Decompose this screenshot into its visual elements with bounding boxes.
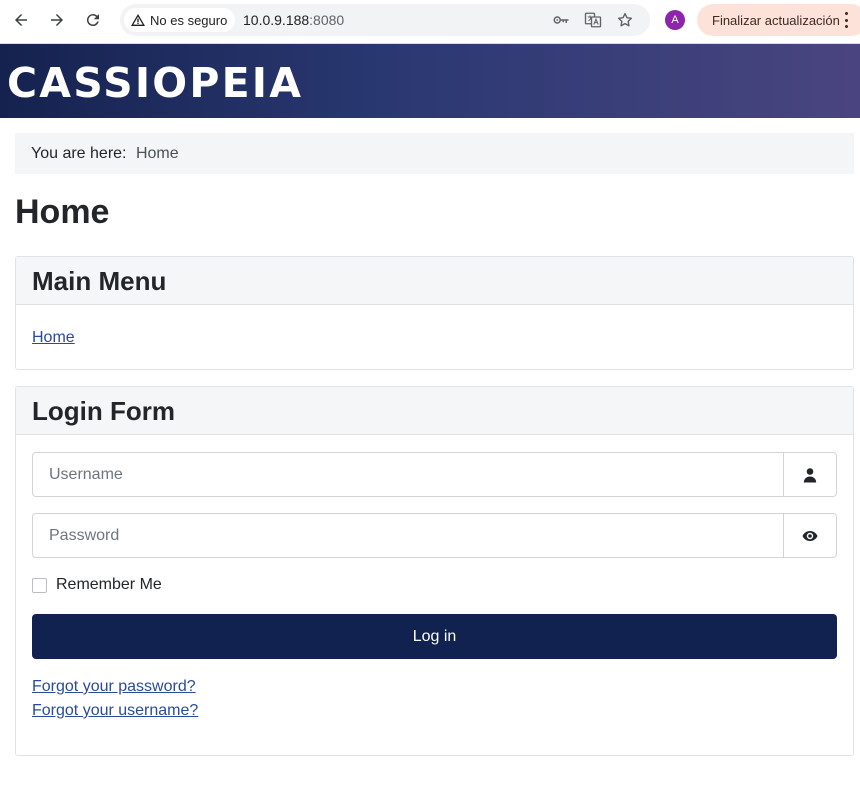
username-addon [784, 453, 836, 496]
browser-menu-icon[interactable] [842, 10, 850, 30]
url-port: :8080 [309, 12, 345, 28]
username-field [32, 452, 837, 497]
eye-icon [802, 530, 818, 541]
arrow-left-icon [15, 14, 27, 26]
security-label: No es seguro [150, 12, 228, 28]
breadcrumb-item-home: Home [135, 145, 179, 162]
reload-button[interactable] [79, 6, 107, 34]
address-bar[interactable]: No es seguro 10.0.9.188:8080 [120, 4, 650, 36]
url-host: 10.0.9.188 [243, 12, 310, 28]
login-form-card: Login Form Remember Me Log in Forgot you… [15, 386, 854, 756]
browser-toolbar: No es seguro 10.0.9.188:8080 A Finalizar… [0, 0, 860, 44]
show-password-button[interactable] [784, 514, 836, 557]
menu-link-home[interactable]: Home [32, 328, 75, 348]
password-field [32, 513, 837, 558]
warning-icon [131, 14, 145, 26]
key-icon [553, 16, 569, 24]
breadcrumb-label: You are here: [31, 145, 127, 162]
finish-update-label: Finalizar actualización [712, 12, 840, 28]
reload-icon [86, 14, 99, 27]
user-icon [803, 467, 817, 482]
site-header: CASSIOPEIA [0, 44, 860, 118]
forgot-username-link[interactable]: Forgot your username? [32, 701, 198, 721]
login-form-title: Login Form [16, 387, 853, 435]
password-input[interactable] [33, 514, 784, 557]
arrow-right-icon [51, 14, 63, 26]
remember-me-checkbox[interactable] [32, 577, 47, 593]
breadcrumb: You are here: Home [15, 133, 854, 174]
main-menu-card: Main Menu Home [15, 256, 854, 370]
login-button[interactable]: Log in [32, 614, 837, 659]
star-icon [617, 12, 633, 27]
remember-me[interactable]: Remember Me [32, 576, 162, 594]
finish-update-button[interactable]: Finalizar actualización [697, 4, 860, 36]
forward-button[interactable] [43, 6, 71, 34]
page-title: Home [15, 193, 110, 231]
site-logo[interactable]: CASSIOPEIA [7, 61, 303, 105]
remember-me-label: Remember Me [56, 576, 162, 593]
url-text: 10.0.9.188:8080 [243, 12, 344, 28]
security-chip[interactable]: No es seguro [124, 8, 236, 32]
profile-avatar[interactable]: A [665, 10, 685, 30]
translate-icon [584, 12, 602, 28]
bookmark-button[interactable] [615, 10, 635, 30]
forgot-password-link[interactable]: Forgot your password? [32, 677, 196, 697]
back-button[interactable] [7, 6, 35, 34]
username-input[interactable] [33, 453, 784, 496]
translate-button[interactable] [583, 10, 603, 30]
main-menu-title: Main Menu [16, 257, 853, 305]
password-key-button[interactable] [551, 10, 571, 30]
